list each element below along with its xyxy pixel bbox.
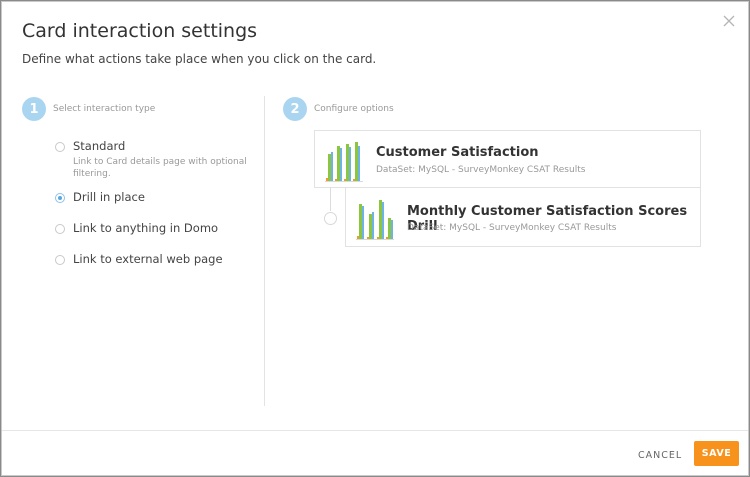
radio-link-domo[interactable] xyxy=(55,224,65,234)
option-standard-label: Standard xyxy=(73,139,126,153)
parent-card-name: Customer Satisfaction xyxy=(376,145,539,160)
option-standard[interactable]: Standard Link to Card details page with … xyxy=(55,139,248,180)
dialog-title: Card interaction settings xyxy=(22,20,258,42)
option-link-external-label: Link to external web page xyxy=(73,252,223,266)
parent-card[interactable]: Customer Satisfaction DataSet: MySQL - S… xyxy=(314,130,701,188)
dialog-subtitle: Define what actions take place when you … xyxy=(22,52,377,66)
step-1-header: 1 Select interaction type xyxy=(22,97,155,121)
drill-card-dataset: DataSet: MySQL - SurveyMonkey CSAT Resul… xyxy=(407,223,617,233)
parent-card-dataset: DataSet: MySQL - SurveyMonkey CSAT Resul… xyxy=(376,165,586,175)
drill-select-radio[interactable] xyxy=(324,212,337,225)
column-divider xyxy=(264,96,265,406)
radio-link-external[interactable] xyxy=(55,255,65,265)
bar-chart-thumbnail-icon xyxy=(325,140,363,187)
option-drill-in-place[interactable]: Drill in place xyxy=(55,190,145,204)
radio-standard[interactable] xyxy=(55,142,65,152)
option-drill-in-place-label: Drill in place xyxy=(73,190,145,204)
drill-card[interactable]: Monthly Customer Satisfaction Scores Dri… xyxy=(345,187,701,247)
drill-connector xyxy=(330,187,331,211)
step-2-header: 2 Configure options xyxy=(283,97,394,121)
bar-chart-thumbnail-icon xyxy=(356,198,394,245)
cancel-button[interactable]: CANCEL xyxy=(632,444,688,466)
card-interaction-dialog: Card interaction settings Define what ac… xyxy=(1,1,749,476)
option-link-external[interactable]: Link to external web page xyxy=(55,252,223,266)
option-link-domo-label: Link to anything in Domo xyxy=(73,221,219,235)
save-button[interactable]: SAVE xyxy=(694,441,739,466)
step-1-label: Select interaction type xyxy=(53,104,156,114)
radio-drill-in-place[interactable] xyxy=(55,193,65,203)
step-1-number: 1 xyxy=(22,97,46,121)
close-icon[interactable] xyxy=(722,14,736,28)
option-link-domo[interactable]: Link to anything in Domo xyxy=(55,221,218,235)
footer-divider xyxy=(2,430,748,431)
step-2-number: 2 xyxy=(283,97,307,121)
option-standard-description: Link to Card details page with optional … xyxy=(73,157,247,179)
step-2-label: Configure options xyxy=(314,104,394,114)
